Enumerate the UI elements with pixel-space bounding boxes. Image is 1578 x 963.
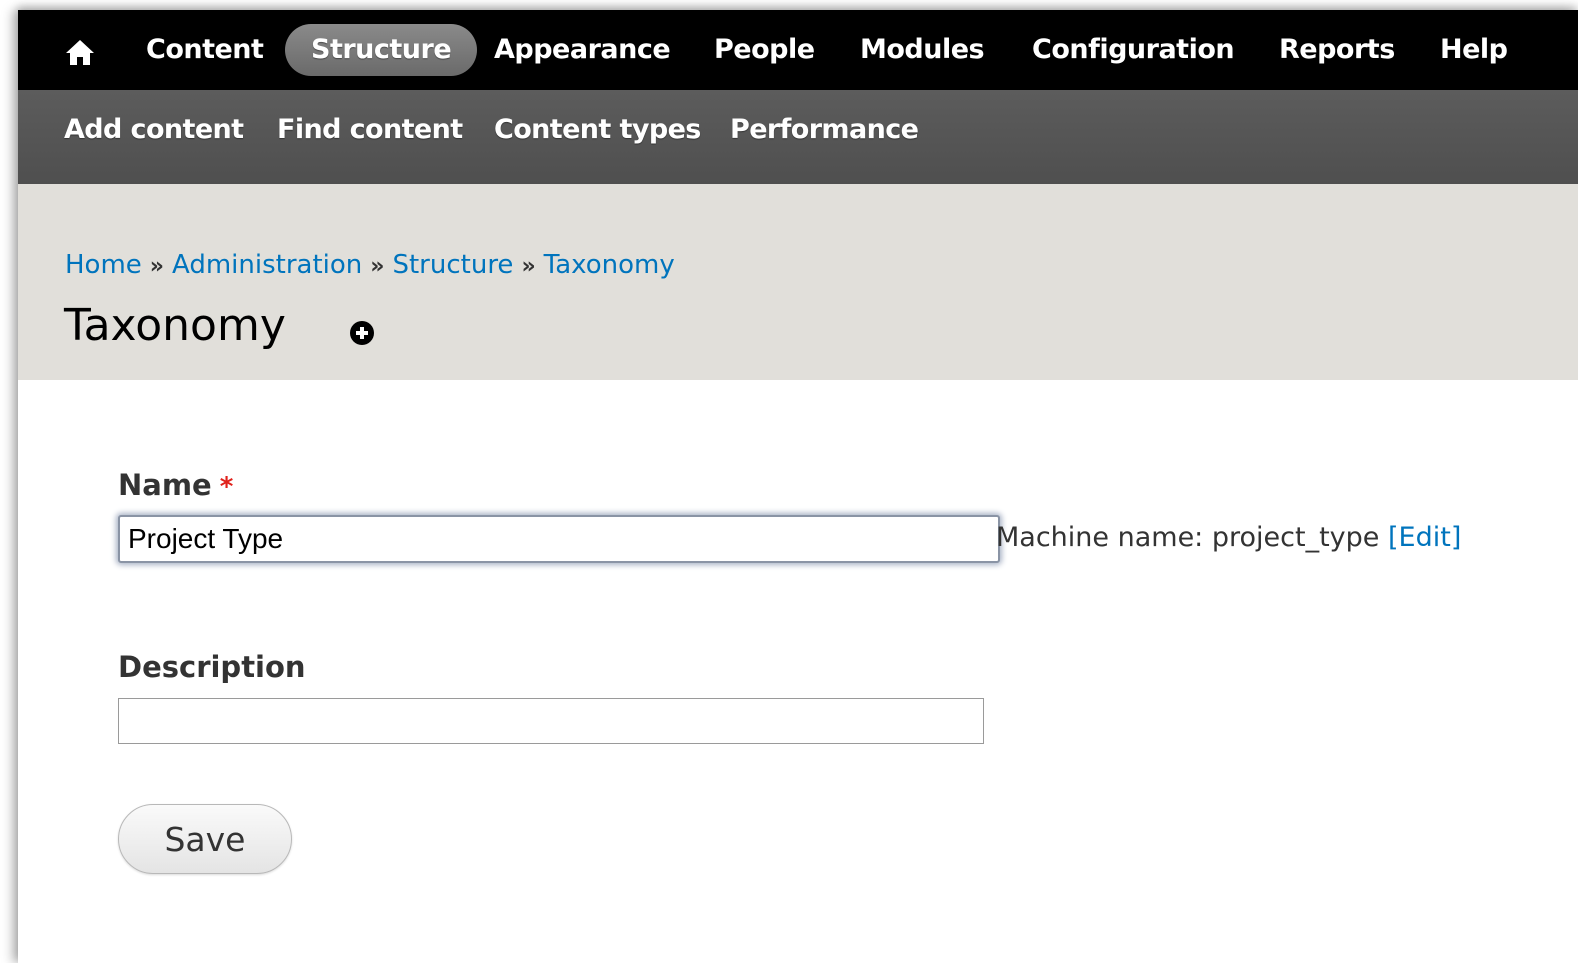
admin-toolbar: Content Structure Appearance People Modu… [18, 10, 1578, 90]
toolbar-item-people[interactable]: People [714, 24, 815, 76]
browser-frame: Content Structure Appearance People Modu… [18, 10, 1578, 963]
shortcut-find-content[interactable]: Find content [277, 114, 463, 145]
page-title: Taxonomy [64, 300, 286, 351]
toolbar-item-help[interactable]: Help [1440, 24, 1508, 76]
toolbar-item-content[interactable]: Content [146, 24, 264, 76]
toolbar-item-configuration[interactable]: Configuration [1032, 24, 1235, 76]
save-button[interactable]: Save [118, 804, 292, 874]
shortcut-performance[interactable]: Performance [730, 114, 919, 145]
shortcut-content-types[interactable]: Content types [494, 114, 701, 145]
edit-open-bracket: [ [1387, 522, 1399, 553]
breadcrumb-taxonomy[interactable]: Taxonomy [544, 250, 675, 280]
shortcut-add-content[interactable]: Add content [64, 114, 244, 145]
home-icon [66, 40, 94, 65]
shortcuts-bar: Add content Find content Content types P… [18, 90, 1578, 184]
name-label-text: Name [118, 468, 212, 502]
toolbar-item-structure[interactable]: Structure [285, 24, 478, 76]
description-input[interactable] [118, 698, 984, 744]
description-label: Description [118, 650, 306, 684]
breadcrumb-separator: » [370, 254, 385, 279]
breadcrumb: Home » Administration » Structure » Taxonomy [65, 250, 675, 280]
page-header: Home » Administration » Structure » Taxonomy T… [18, 184, 1578, 380]
toolbar-item-reports[interactable]: Reports [1279, 24, 1395, 76]
required-marker: * [219, 472, 234, 502]
breadcrumb-separator: » [149, 254, 164, 279]
toolbar-item-modules[interactable]: Modules [860, 24, 985, 76]
name-label: Name * [118, 468, 233, 502]
breadcrumb-home[interactable]: Home [65, 250, 142, 280]
breadcrumb-administration[interactable]: Administration [172, 250, 362, 280]
edit-close-bracket: ] [1450, 522, 1462, 553]
breadcrumb-separator: » [521, 254, 536, 279]
breadcrumb-structure[interactable]: Structure [392, 250, 513, 280]
home-button[interactable] [60, 34, 100, 70]
add-shortcut-icon[interactable] [348, 319, 376, 347]
edit-machine-name-link[interactable]: Edit [1399, 522, 1451, 553]
toolbar-item-appearance[interactable]: Appearance [494, 24, 671, 76]
name-input[interactable] [118, 515, 1000, 563]
machine-name-text: Machine name: project_type [996, 522, 1380, 553]
machine-name: Machine name: project_type [Edit] [996, 522, 1461, 553]
